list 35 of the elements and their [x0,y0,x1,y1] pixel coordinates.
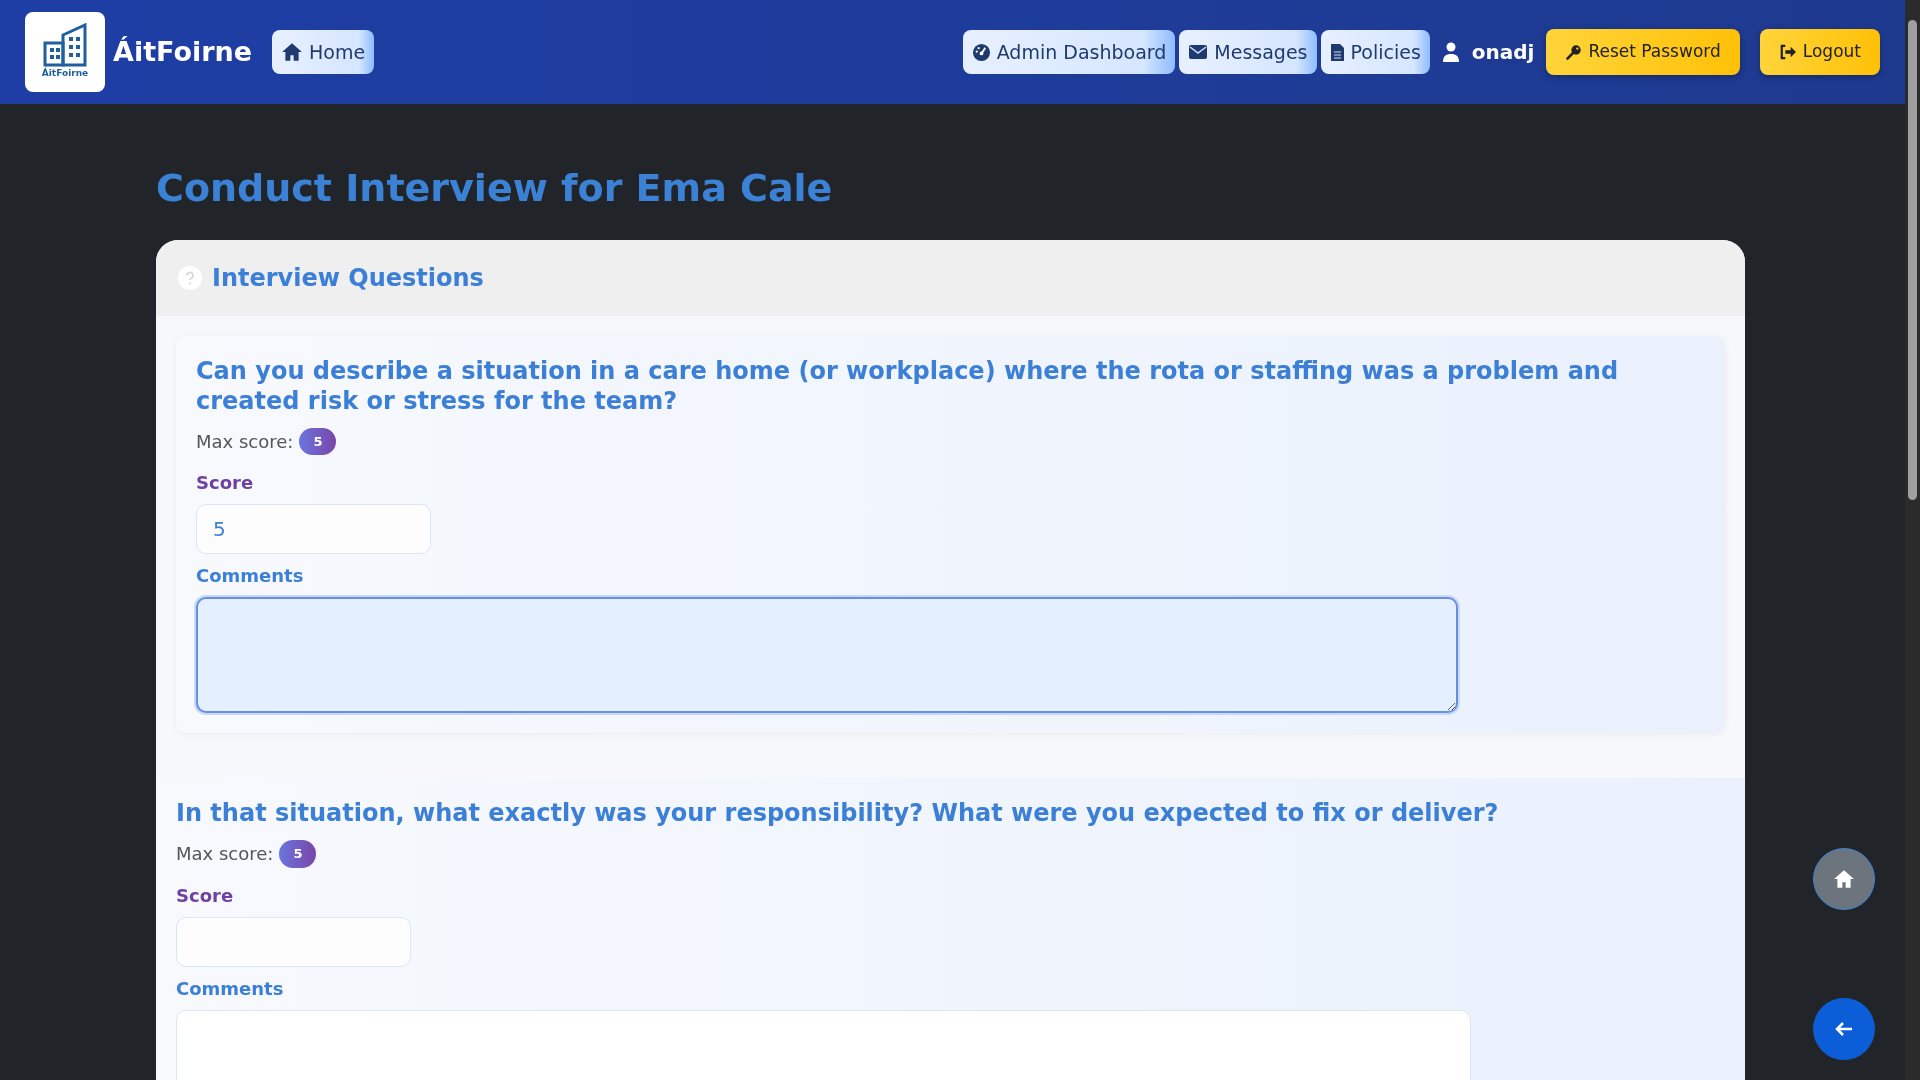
logo[interactable]: ÁitFoirne [25,12,105,92]
score-label: Score [176,883,235,908]
nav-link[interactable]: Policies [1320,29,1430,75]
comments-label: Comments [176,976,285,1001]
max-score-label: Max score: [176,842,274,867]
arrow-left-icon [1834,1021,1854,1037]
score-label: Score [196,471,255,496]
page-title: Conduct Interview for Ema Cale [156,166,834,212]
envelope-icon [1188,44,1209,60]
max-score-badge: 5 [279,840,317,868]
score-field[interactable] [176,916,411,967]
scrollbar-thumb[interactable] [1908,20,1917,500]
question-text: In that situation, what exactly was your responsibility? What were you expected to fix or deliver? [176,798,1500,829]
key-icon [1565,43,1583,61]
comments-field[interactable] [196,597,1458,714]
home-icon [1833,868,1855,890]
score-field[interactable]: 5 [196,504,431,555]
nav-link[interactable]: Admin Dashboard [962,29,1176,75]
card-title: Interview Questions [212,262,484,294]
max-score-badge: 5 [299,427,337,456]
username: onadj [1471,39,1535,66]
nav-link[interactable]: Messages [1179,29,1317,75]
comments-label: Comments [196,564,305,589]
logout-button[interactable]: Logout [1759,29,1880,75]
gauge-icon [971,42,991,62]
home-icon [281,41,304,63]
home-link[interactable]: Home [272,29,375,75]
user-icon [1441,42,1460,62]
logout-icon [1778,44,1797,60]
brand-name[interactable]: ÁitFoirne [113,31,253,73]
document-icon [1329,42,1345,62]
reset-password-button[interactable]: Reset Password [1546,29,1740,75]
question-text: Can you describe a situation in a care home (or workplace) where the rota or staffing was a problem and created risk or stress for the team? [196,355,1620,416]
max-score-label: Max score: [196,429,294,454]
help-icon [178,265,202,290]
